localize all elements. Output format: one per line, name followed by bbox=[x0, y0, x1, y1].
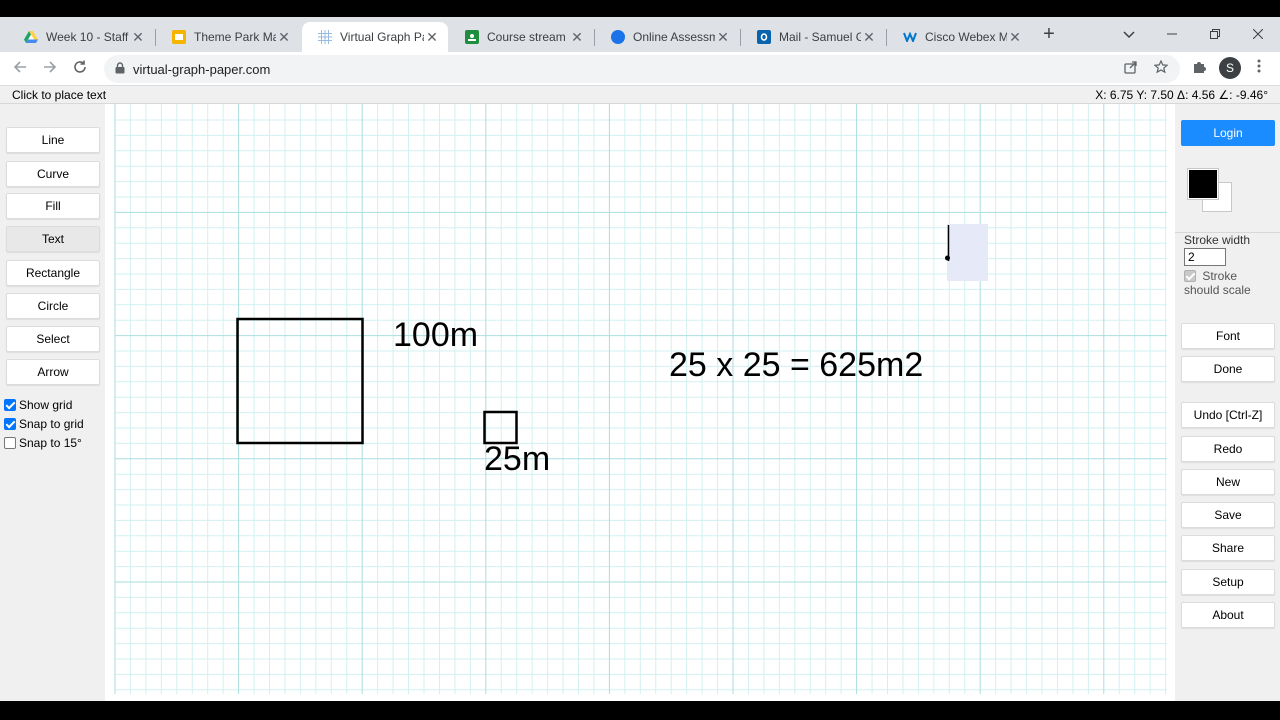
drawing-canvas[interactable]: 100m 25m 25 x 25 = 625m2 bbox=[105, 104, 1175, 701]
checkbox-disabled-checked bbox=[1184, 270, 1196, 282]
tab-title: Online Assessme bbox=[633, 30, 715, 44]
tab-title: Cisco Webex Me bbox=[925, 30, 1007, 44]
label-100m[interactable]: 100m bbox=[393, 316, 478, 354]
login-button[interactable]: Login bbox=[1181, 120, 1275, 146]
close-icon[interactable]: ✕ bbox=[130, 29, 146, 46]
forward-arrow-icon[interactable] bbox=[39, 58, 61, 80]
font-button[interactable]: Font bbox=[1181, 323, 1275, 349]
stroke-width-label: Stroke width bbox=[1184, 233, 1251, 247]
text-insertion-box[interactable] bbox=[947, 224, 988, 281]
tab-strip: Week 10 - Staff D ✕ Theme Park Math ✕ Vi… bbox=[0, 17, 1280, 52]
undo-button[interactable]: Undo [Ctrl-Z] bbox=[1181, 402, 1275, 428]
tab-title: Week 10 - Staff D bbox=[46, 30, 130, 44]
kebab-menu-icon[interactable] bbox=[1251, 58, 1267, 80]
area-equation-text[interactable]: 25 x 25 = 625m2 bbox=[669, 346, 923, 384]
redo-button[interactable]: Redo bbox=[1181, 436, 1275, 462]
stroke-scale-label-1: Stroke bbox=[1202, 269, 1238, 283]
minimize-icon[interactable] bbox=[1158, 23, 1186, 45]
profile-avatar[interactable]: S bbox=[1219, 57, 1241, 79]
circle-tool-button[interactable]: Circle bbox=[6, 293, 100, 319]
close-icon[interactable]: ✕ bbox=[424, 29, 440, 46]
tab-virtual-graph-paper[interactable]: Virtual Graph Pap ✕ bbox=[302, 22, 448, 52]
tab-webex[interactable]: Cisco Webex Me ✕ bbox=[887, 22, 1031, 52]
checkbox-label: Snap to grid bbox=[19, 417, 84, 431]
tab-theme-park[interactable]: Theme Park Math ✕ bbox=[156, 22, 300, 52]
graph-paper-icon bbox=[318, 30, 332, 44]
close-icon[interactable]: ✕ bbox=[1007, 29, 1023, 46]
tab-title: Mail - Samuel Gr bbox=[779, 30, 861, 44]
share-button[interactable]: Share bbox=[1181, 535, 1275, 561]
checkbox-label: Show grid bbox=[19, 398, 73, 412]
tab-title: Course stream bbox=[487, 30, 566, 44]
tab-course-stream[interactable]: Course stream ✕ bbox=[449, 22, 593, 52]
line-tool-button[interactable]: Line bbox=[6, 127, 100, 153]
rectangle-tool-button[interactable]: Rectangle bbox=[6, 260, 100, 286]
grid-minor-lines bbox=[115, 104, 1167, 694]
cursor-anchor-dot bbox=[945, 255, 950, 261]
tab-title: Theme Park Math bbox=[194, 30, 276, 44]
webex-icon bbox=[903, 30, 917, 44]
stroke-width-input[interactable] bbox=[1184, 248, 1226, 266]
lock-icon bbox=[115, 62, 125, 74]
fill-tool-button[interactable]: Fill bbox=[6, 193, 100, 219]
done-button[interactable]: Done bbox=[1181, 356, 1275, 382]
stroke-scale-label-2: should scale bbox=[1184, 283, 1251, 297]
stroke-scale-checkbox: Stroke should scale bbox=[1184, 269, 1251, 297]
google-classroom-icon bbox=[465, 30, 479, 44]
google-slides-icon bbox=[172, 30, 186, 44]
grid-major-lines bbox=[114, 104, 1167, 694]
share-icon[interactable] bbox=[1122, 60, 1140, 78]
checkbox-checked[interactable] bbox=[4, 418, 16, 430]
tab-online-assessment[interactable]: Online Assessme ✕ bbox=[595, 22, 739, 52]
window-close-icon[interactable] bbox=[1244, 23, 1272, 45]
checkbox-unchecked[interactable] bbox=[4, 437, 16, 449]
tab-week10[interactable]: Week 10 - Staff D ✕ bbox=[8, 22, 154, 52]
show-grid-checkbox[interactable]: Show grid bbox=[4, 398, 72, 412]
status-hint: Click to place text bbox=[12, 88, 107, 102]
tab-search-icon[interactable] bbox=[1115, 23, 1143, 45]
browser-window: Week 10 - Staff D ✕ Theme Park Math ✕ Vi… bbox=[0, 17, 1280, 701]
back-arrow-icon[interactable] bbox=[9, 58, 31, 80]
url-text: virtual-graph-paper.com bbox=[133, 62, 271, 77]
right-panel: Login Stroke width Stroke should scale F… bbox=[1175, 104, 1280, 701]
checkbox-label: Snap to 15° bbox=[19, 436, 82, 450]
globe-icon bbox=[611, 30, 625, 44]
address-bar[interactable]: virtual-graph-paper.com bbox=[104, 55, 1180, 83]
tab-mail[interactable]: Mail - Samuel Gr ✕ bbox=[741, 22, 885, 52]
google-drive-icon bbox=[24, 30, 38, 44]
checkbox-checked[interactable] bbox=[4, 399, 16, 411]
close-icon[interactable]: ✕ bbox=[569, 29, 585, 46]
restore-icon[interactable] bbox=[1201, 23, 1229, 45]
close-icon[interactable]: ✕ bbox=[861, 29, 877, 46]
snap-to-grid-checkbox[interactable]: Snap to grid bbox=[4, 417, 84, 431]
save-button[interactable]: Save bbox=[1181, 502, 1275, 528]
new-tab-button[interactable]: + bbox=[1038, 24, 1060, 46]
label-25m[interactable]: 25m bbox=[484, 440, 550, 478]
snap-to-15-checkbox[interactable]: Snap to 15° bbox=[4, 436, 82, 450]
status-bar: Click to place text X: 6.75 Y: 7.50 Δ: 4… bbox=[0, 86, 1280, 104]
close-icon[interactable]: ✕ bbox=[276, 29, 292, 46]
tab-title: Virtual Graph Pap bbox=[340, 30, 424, 44]
extensions-puzzle-icon[interactable] bbox=[1190, 60, 1208, 78]
stroke-color-swatch[interactable] bbox=[1187, 168, 1219, 200]
select-tool-button[interactable]: Select bbox=[6, 326, 100, 352]
close-icon[interactable]: ✕ bbox=[715, 29, 731, 46]
left-tool-panel: Line Curve Fill Text Rectangle Circle Se… bbox=[0, 104, 105, 701]
curve-tool-button[interactable]: Curve bbox=[6, 161, 100, 187]
browser-toolbar: virtual-graph-paper.com S bbox=[0, 52, 1280, 86]
reload-icon[interactable] bbox=[69, 58, 91, 80]
new-button[interactable]: New bbox=[1181, 469, 1275, 495]
text-tool-button[interactable]: Text bbox=[6, 226, 100, 252]
coordinate-readout: X: 6.75 Y: 7.50 Δ: 4.56 ∠: -9.46° bbox=[1095, 88, 1268, 102]
about-button[interactable]: About bbox=[1181, 602, 1275, 628]
bookmark-star-icon[interactable] bbox=[1152, 59, 1170, 78]
arrow-tool-button[interactable]: Arrow bbox=[6, 359, 100, 385]
graph-paper[interactable]: 100m 25m 25 x 25 = 625m2 bbox=[105, 104, 1175, 701]
setup-button[interactable]: Setup bbox=[1181, 569, 1275, 595]
outlook-icon bbox=[757, 30, 771, 44]
